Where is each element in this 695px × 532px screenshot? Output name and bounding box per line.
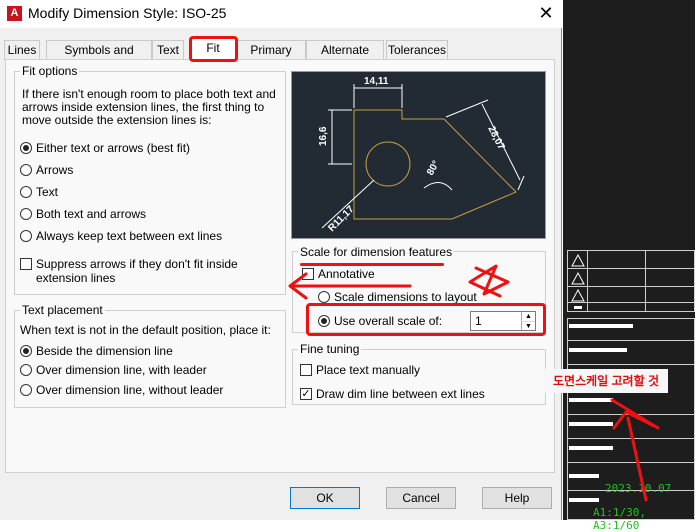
red-star-scribble [468, 264, 510, 298]
annotation-arrows [288, 264, 660, 502]
red-arrow-up [626, 416, 648, 502]
annotation-note: 도면스케일 고려할 것 [544, 369, 668, 393]
